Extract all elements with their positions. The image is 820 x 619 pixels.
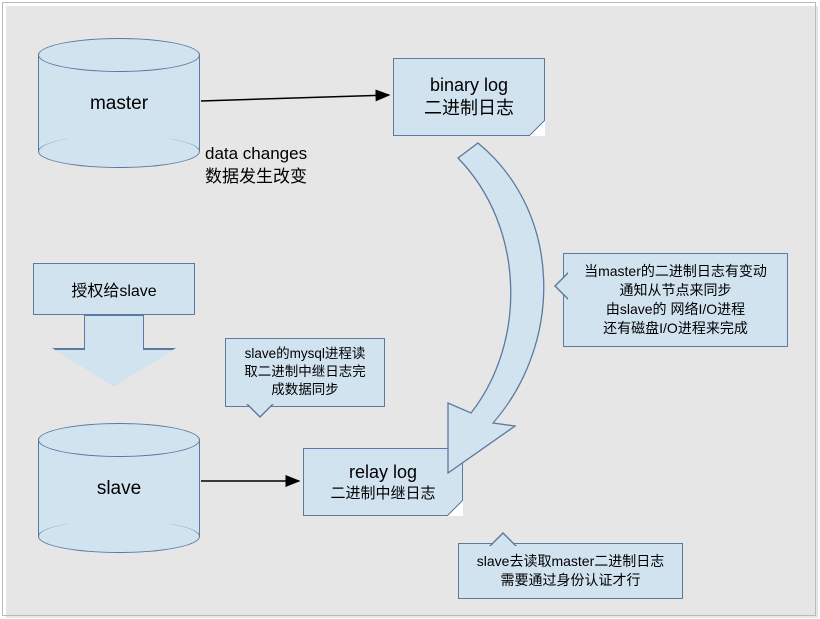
authorize-arrow xyxy=(54,315,174,386)
callout-sync: 当master的二进制日志有变动 通知从节点来同步 由slave的 网络I/O进… xyxy=(563,253,788,347)
binary-log-line1: binary log xyxy=(430,74,508,97)
data-changes-label: data changes 数据发生改变 xyxy=(205,143,307,189)
relay-log-note: relay log 二进制中继日志 xyxy=(303,448,463,516)
master-db: master xyxy=(38,38,200,168)
master-db-label: master xyxy=(38,93,200,115)
data-changes-line2: 数据发生改变 xyxy=(205,166,307,189)
slave-db-label: slave xyxy=(38,478,200,500)
binary-log-line2: 二进制日志 xyxy=(424,97,514,120)
data-changes-line1: data changes xyxy=(205,143,307,166)
relay-log-line2: 二进制中继日志 xyxy=(330,484,435,504)
authorize-label: 授权给slave xyxy=(71,277,156,301)
relay-log-line1: relay log xyxy=(349,461,417,484)
binary-log-note: binary log 二进制日志 xyxy=(393,58,545,136)
callout-mysql: slave的mysql进程读 取二进制中继日志完 成数据同步 xyxy=(225,338,385,407)
authorize-box: 授权给slave xyxy=(33,263,195,315)
slave-db: slave xyxy=(38,423,200,553)
callout-auth: slave去读取master二进制日志 需要通过身份认证才行 xyxy=(458,543,683,599)
diagram-frame: master slave 授权给slave binary log 二进制日志 r… xyxy=(2,2,816,616)
